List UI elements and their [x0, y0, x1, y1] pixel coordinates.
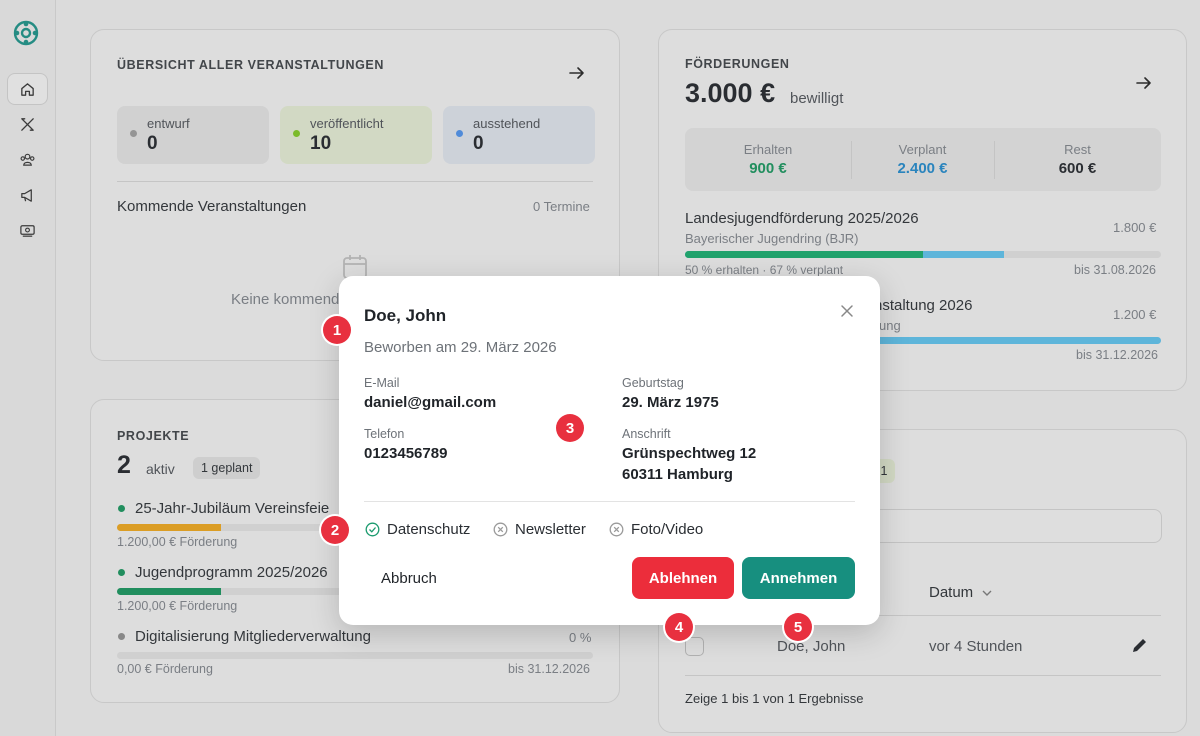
check-icon	[365, 522, 380, 537]
address-line1: Grünspechtweg 12	[622, 445, 757, 462]
marker-1: 1	[323, 316, 351, 344]
cancel-button[interactable]: Abbruch	[381, 570, 437, 587]
x-circle-icon	[609, 522, 624, 537]
x-circle-icon	[493, 522, 508, 537]
phone-value: 0123456789	[364, 445, 448, 462]
applicant-name: Doe, John	[364, 306, 447, 325]
birthday-label: Geburtstag	[622, 376, 684, 390]
applied-date: Beworben am 29. März 2026	[364, 339, 557, 356]
marker-2: 2	[321, 516, 349, 544]
divider	[364, 501, 855, 502]
applicant-modal: Doe, John Beworben am 29. März 2026 E-Ma…	[339, 276, 880, 625]
phone-label: Telefon	[364, 427, 405, 441]
consent-newsletter: Newsletter	[515, 521, 586, 538]
close-icon[interactable]	[840, 304, 854, 318]
address-label: Anschrift	[622, 427, 671, 441]
consent-photo-video: Foto/Video	[631, 521, 704, 538]
consent-privacy: Datenschutz	[387, 521, 471, 538]
address-line2: 60311 Hamburg	[622, 466, 733, 483]
marker-4: 4	[665, 613, 693, 641]
accept-button[interactable]: Annehmen	[742, 557, 855, 599]
marker-5: 5	[784, 613, 812, 641]
marker-3: 3	[556, 414, 584, 442]
reject-button[interactable]: Ablehnen	[632, 557, 734, 599]
email-label: E-Mail	[364, 376, 400, 390]
birthday-value: 29. März 1975	[622, 394, 719, 411]
email-value: daniel@gmail.com	[364, 394, 497, 411]
